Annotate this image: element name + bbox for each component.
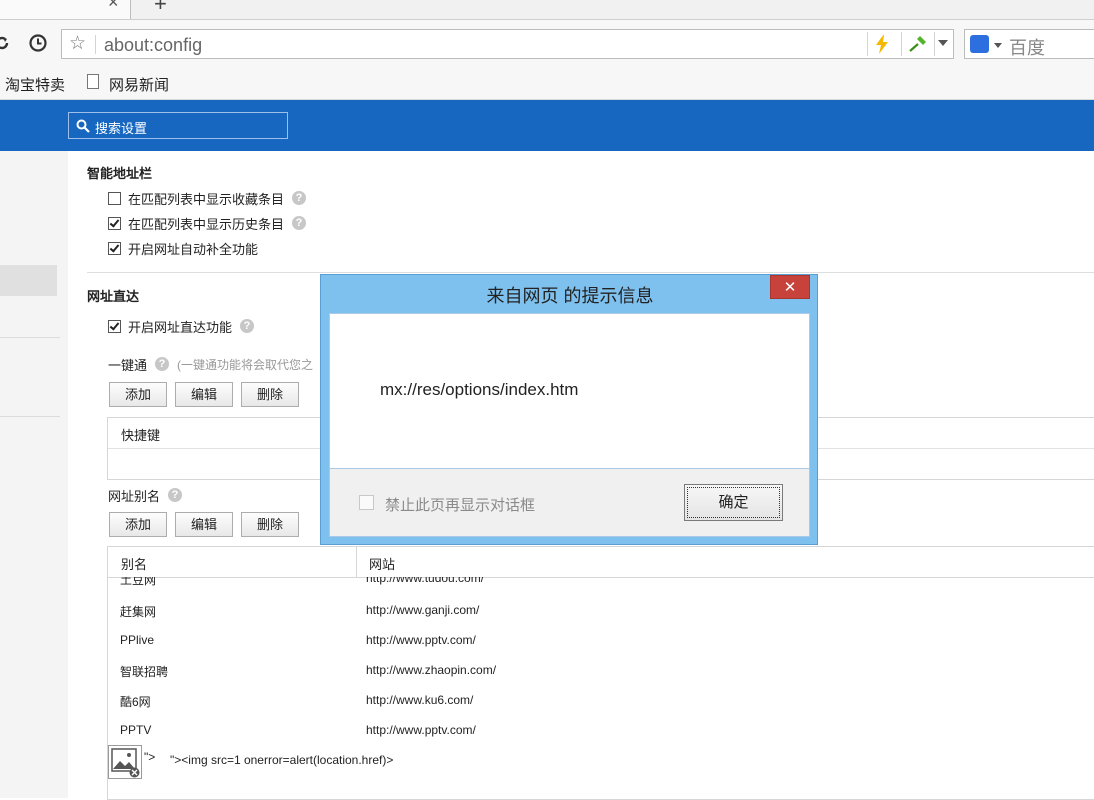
- alias-add-button[interactable]: 添加: [109, 512, 167, 537]
- page-document-icon: [87, 74, 99, 89]
- new-tab-icon[interactable]: +: [154, 0, 167, 17]
- column-header-site: 网站: [369, 557, 396, 572]
- alias-edit-button[interactable]: 编辑: [175, 512, 233, 537]
- onekey-delete-button[interactable]: 删除: [241, 382, 299, 407]
- address-divider: [95, 35, 96, 54]
- section-divider: [87, 272, 1094, 273]
- bookmark-taobao[interactable]: 淘宝特卖: [5, 74, 65, 95]
- help-icon[interactable]: ?: [292, 191, 307, 205]
- checkbox[interactable]: [108, 216, 121, 230]
- option-label: 开启网址直达功能: [128, 319, 233, 335]
- search-engine-box[interactable]: 百度: [964, 29, 1094, 59]
- navigation-toolbar: ☆ about:config 百度: [0, 20, 1094, 68]
- site-cell: http://www.ku6.com/: [366, 693, 474, 707]
- address-dropdown-icon[interactable]: [938, 40, 948, 46]
- option-show-favorites[interactable]: 在匹配列表中显示收藏条目 ?: [108, 189, 307, 207]
- checkbox[interactable]: [108, 241, 121, 255]
- site-cell: http://www.ganji.com/: [366, 603, 480, 617]
- option-label: 在匹配列表中显示历史条目: [128, 216, 285, 232]
- option-label: 在匹配列表中显示收藏条目: [128, 191, 285, 207]
- checkbox[interactable]: [108, 191, 121, 205]
- onekey-add-button[interactable]: 添加: [109, 382, 167, 407]
- search-input[interactable]: 百度: [1009, 34, 1045, 60]
- site-cell: http://www.zhaopin.com/: [366, 663, 497, 677]
- alias-cell: 赶集网: [120, 605, 157, 619]
- search-engine-dropdown-icon[interactable]: [994, 43, 1002, 48]
- checkbox[interactable]: [108, 319, 121, 333]
- dialog-title: 来自网页 的提示信息: [486, 286, 654, 306]
- suppress-dialog-checkbox[interactable]: [359, 495, 374, 510]
- dialog-close-button[interactable]: ✕: [770, 275, 810, 299]
- alias-cell: PPlive: [120, 633, 155, 647]
- bookmarks-bar: 淘宝特卖 网易新闻: [0, 68, 1094, 100]
- broken-image-icon: [108, 745, 142, 779]
- address-divider: [934, 32, 935, 56]
- column-header-alias: 别名: [121, 557, 148, 572]
- option-label: 开启网址自动补全功能: [128, 241, 259, 257]
- help-icon[interactable]: ?: [240, 319, 255, 333]
- alert-dialog: 来自网页 的提示信息 ✕ mx://res/options/index.htm …: [320, 274, 818, 545]
- tab-close-icon[interactable]: ×: [108, 0, 119, 13]
- sidebar-item-selected[interactable]: [0, 265, 57, 296]
- tab-strip: × +: [0, 0, 1094, 20]
- alias-cell: PPTV: [120, 723, 152, 737]
- section-title-direct: 网址直达: [87, 289, 140, 304]
- address-input[interactable]: about:config: [104, 35, 202, 56]
- ok-button[interactable]: 确定: [684, 484, 783, 521]
- site-cell: http://www.tudou.com/: [366, 577, 485, 585]
- settings-search-placeholder: 搜索设置: [95, 121, 148, 136]
- refresh-icon[interactable]: [0, 33, 12, 53]
- address-bar[interactable]: ☆ about:config: [61, 29, 954, 59]
- dialog-message: mx://res/options/index.htm: [380, 380, 579, 399]
- alias-cell: 酷6网: [120, 695, 151, 709]
- column-header-shortcut: 快捷键: [121, 428, 161, 443]
- dialog-body: mx://res/options/index.htm: [329, 313, 810, 469]
- mouse-gesture-icon[interactable]: [908, 35, 928, 53]
- address-divider: [867, 32, 868, 56]
- bookmark-netease-news[interactable]: 网易新闻: [109, 74, 169, 95]
- option-show-history[interactable]: 在匹配列表中显示历史条目 ?: [108, 214, 307, 232]
- settings-search-input[interactable]: 搜索设置: [68, 112, 288, 139]
- site-cell: http://www.pptv.com/: [366, 723, 476, 737]
- alias-delete-button[interactable]: 删除: [241, 512, 299, 537]
- table-row[interactable]: 土豆网 http://www.tudou.com/: [108, 577, 1094, 589]
- option-enable-direct[interactable]: 开启网址直达功能 ?: [108, 317, 255, 335]
- settings-sidebar: [0, 151, 68, 798]
- address-divider: [901, 32, 902, 56]
- section-title-smart-bar: 智能地址栏: [87, 166, 153, 181]
- settings-header: 搜索设置: [0, 100, 1094, 151]
- dialog-footer: 禁止此页再显示对话框 确定: [329, 469, 810, 537]
- onekey-edit-button[interactable]: 编辑: [175, 382, 233, 407]
- baidu-paw-icon[interactable]: [970, 35, 989, 53]
- help-icon[interactable]: ?: [292, 216, 307, 230]
- option-autocomplete[interactable]: 开启网址自动补全功能: [108, 239, 258, 257]
- alias-cell: 智联招聘: [120, 665, 169, 679]
- alias-cell: 土豆网: [120, 577, 157, 587]
- alias-label: 网址别名: [108, 488, 161, 504]
- sidebar-divider: [0, 416, 60, 417]
- site-cell: "><img src=1 onerror=alert(location.href…: [170, 753, 394, 767]
- onekey-row: 一键通 ? (一键通功能将会取代您之: [108, 355, 313, 373]
- help-icon[interactable]: ?: [168, 488, 183, 502]
- suppress-dialog-label[interactable]: 禁止此页再显示对话框: [385, 494, 535, 515]
- alias-row: 网址别名 ?: [108, 486, 183, 504]
- sidebar-divider: [0, 337, 60, 338]
- lightning-icon[interactable]: [875, 34, 889, 54]
- browser-tab[interactable]: ×: [0, 0, 131, 20]
- history-clock-icon[interactable]: [28, 33, 48, 53]
- site-cell: http://www.pptv.com/: [366, 633, 476, 647]
- search-icon: [76, 119, 90, 133]
- column-divider: [356, 547, 357, 577]
- bookmark-star-icon[interactable]: ☆: [69, 32, 86, 55]
- onekey-label: 一键通: [108, 357, 148, 373]
- onekey-note: (一键通功能将会取代您之: [177, 357, 314, 372]
- help-icon[interactable]: ?: [155, 357, 170, 371]
- alias-cell: ">: [144, 750, 156, 764]
